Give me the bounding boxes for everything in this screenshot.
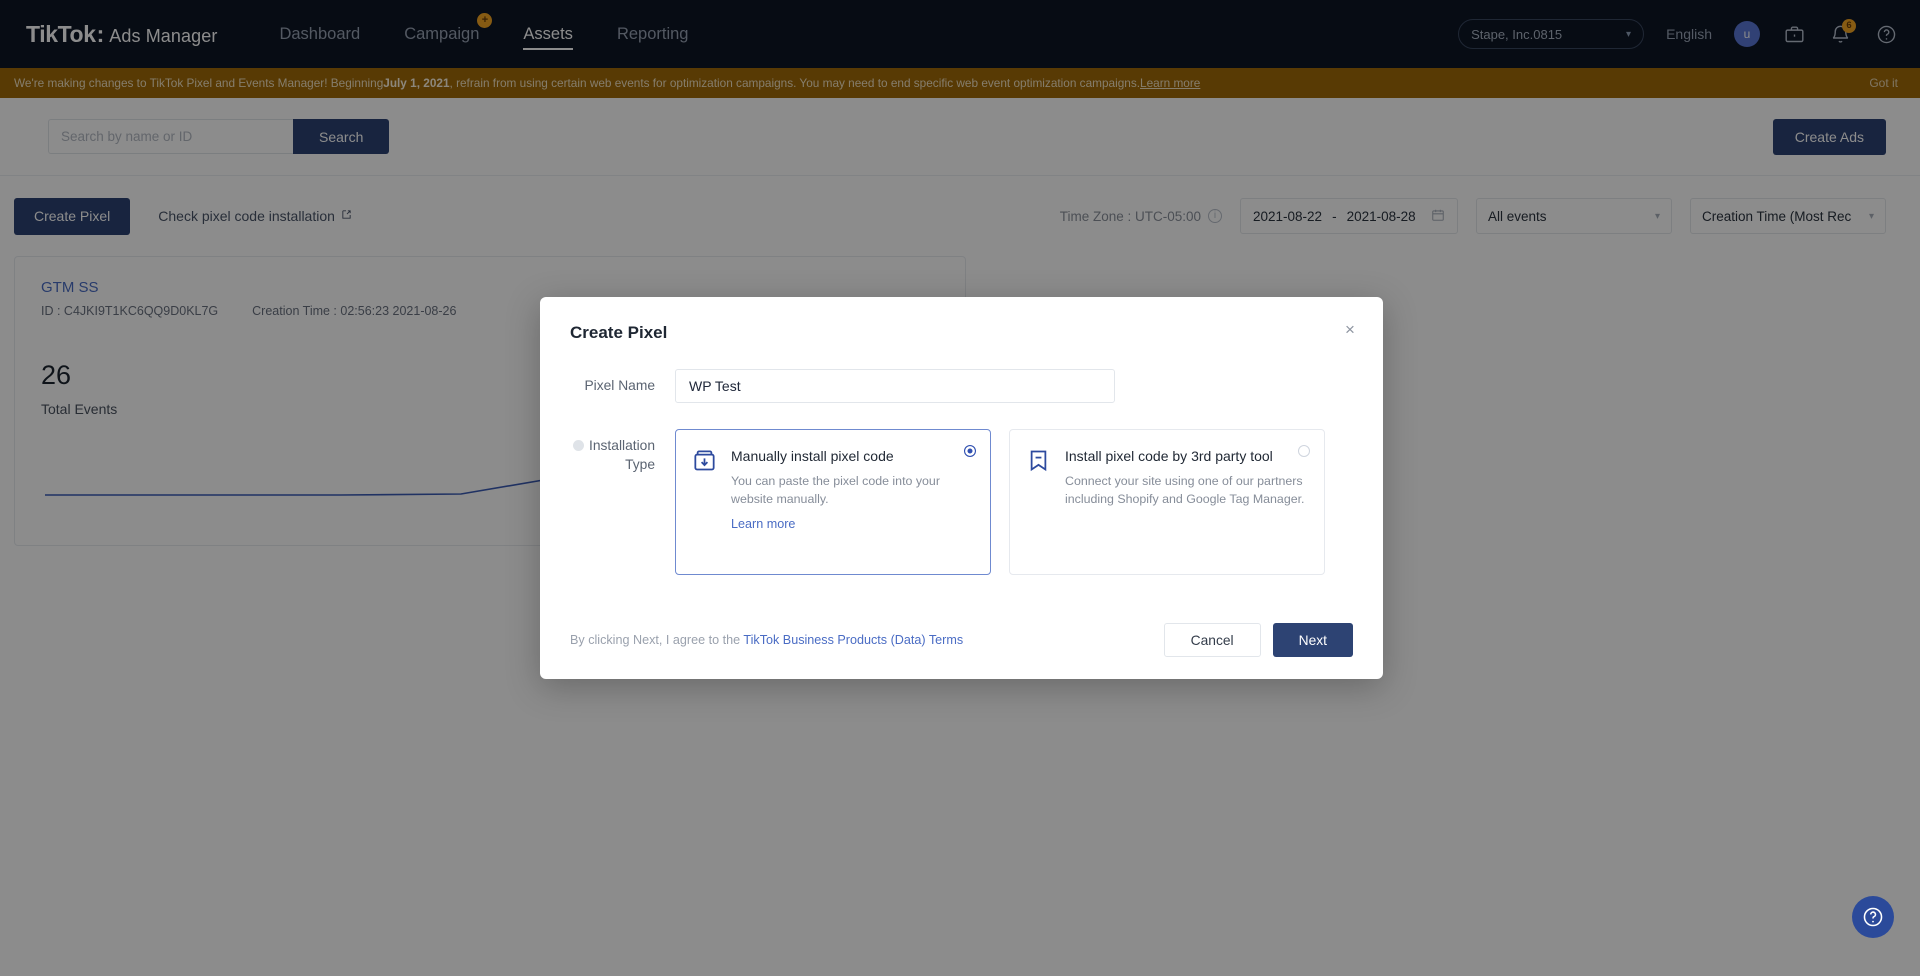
- modal-footer: By clicking Next, I agree to the TikTok …: [570, 623, 1353, 657]
- cancel-button[interactable]: Cancel: [1163, 623, 1261, 657]
- next-button[interactable]: Next: [1272, 623, 1353, 657]
- option-manual-install-desc: You can paste the pixel code into your w…: [731, 474, 940, 506]
- app-root: TikTok : Ads Manager Dashboard Campaign …: [0, 0, 1920, 976]
- pixel-name-label: Pixel Name: [584, 378, 655, 393]
- terms-link[interactable]: TikTok Business Products (Data) Terms: [743, 633, 963, 647]
- modal-title: Create Pixel: [570, 323, 668, 342]
- installation-type-label-line1: Installation: [589, 438, 655, 453]
- option-manual-install-learn-more[interactable]: Learn more: [731, 517, 795, 531]
- option-manual-install[interactable]: Manually install pixel code You can past…: [675, 429, 991, 575]
- close-icon[interactable]: ×: [1339, 319, 1361, 341]
- create-pixel-modal: Create Pixel × Pixel Name Installation T…: [540, 297, 1383, 679]
- pixel-name-row: Pixel Name: [570, 369, 1353, 403]
- option-third-party-install-title: Install pixel code by 3rd party tool: [1065, 448, 1273, 464]
- download-box-icon: [692, 448, 718, 574]
- installation-type-label: Installation Type: [570, 429, 675, 575]
- terms-agreement-text: By clicking Next, I agree to the TikTok …: [570, 633, 963, 647]
- pixel-name-input[interactable]: [675, 369, 1115, 403]
- option-manual-install-title: Manually install pixel code: [731, 448, 894, 464]
- option-manual-install-body: Manually install pixel code You can past…: [731, 448, 973, 574]
- bookmark-icon: [1026, 448, 1052, 574]
- option-manual-install-radio[interactable]: [964, 445, 976, 457]
- help-floating-button[interactable]: [1852, 896, 1894, 938]
- terms-agreement-prefix: By clicking Next, I agree to the: [570, 633, 744, 647]
- option-third-party-install-body: Install pixel code by 3rd party tool Con…: [1065, 448, 1307, 574]
- modal-actions: Cancel Next: [1163, 623, 1353, 657]
- option-third-party-install-desc: Connect your site using one of our partn…: [1065, 474, 1305, 506]
- option-third-party-install[interactable]: Install pixel code by 3rd party tool Con…: [1009, 429, 1325, 575]
- installation-type-label-line2: Type: [625, 457, 655, 472]
- installation-options: Manually install pixel code You can past…: [675, 429, 1325, 575]
- required-dot-icon: [573, 440, 585, 451]
- option-third-party-install-radio[interactable]: [1298, 445, 1310, 457]
- installation-type-row: Installation Type Manually install pixel…: [570, 429, 1353, 575]
